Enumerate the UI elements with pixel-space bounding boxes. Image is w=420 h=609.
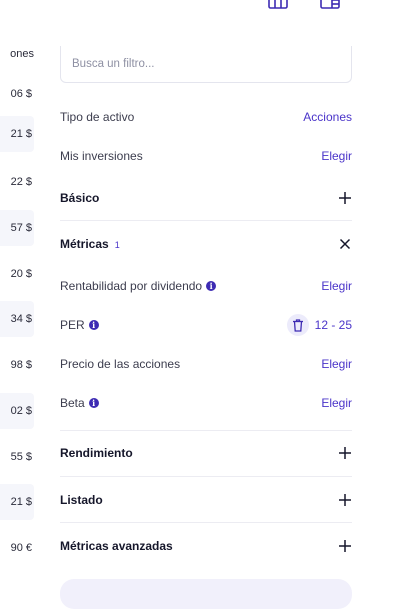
- delete-filter-button[interactable]: [286, 314, 309, 336]
- section-basic-label: Básico: [60, 191, 100, 205]
- share-price-choose[interactable]: Elegir: [321, 357, 352, 371]
- plus-icon[interactable]: [338, 539, 352, 553]
- section-advanced-metrics-label: Métricas avanzadas: [60, 539, 173, 553]
- asset-type-label: Tipo de activo: [60, 110, 135, 124]
- price-cell: 98 $: [10, 359, 32, 371]
- column-header: ones: [10, 48, 34, 60]
- filters-panel: Tipo de activo Acciones Mis inversiones …: [60, 0, 352, 587]
- section-performance-label: Rendimiento: [60, 446, 133, 460]
- price-cell: 21 $: [0, 116, 34, 152]
- price-cell: 20 $: [10, 268, 32, 280]
- plus-icon[interactable]: [338, 191, 352, 205]
- plus-icon[interactable]: [338, 446, 352, 460]
- my-investments-label: Mis inversiones: [60, 149, 143, 163]
- section-metrics-title: Métricas 1: [60, 237, 120, 251]
- section-listing-label: Listado: [60, 493, 103, 507]
- metrics-count-badge: 1: [114, 240, 120, 250]
- price-cell: 22 $: [10, 176, 32, 188]
- beta-choose[interactable]: Elegir: [321, 396, 352, 410]
- price-cell: 02 $: [0, 393, 34, 429]
- share-price-label: Precio de las acciones: [60, 357, 181, 371]
- price-cell: 55 $: [10, 451, 32, 463]
- apply-button[interactable]: [60, 579, 352, 609]
- trash-icon: [292, 318, 303, 332]
- info-icon[interactable]: i: [206, 281, 217, 291]
- my-investments-row: Mis inversiones Elegir: [60, 146, 352, 166]
- section-listing[interactable]: Listado: [60, 490, 352, 510]
- search-box[interactable]: [60, 46, 352, 83]
- divider: [60, 430, 352, 431]
- info-icon[interactable]: i: [88, 320, 99, 330]
- search-input[interactable]: [72, 58, 340, 70]
- dividend-yield-choose[interactable]: Elegir: [321, 279, 352, 293]
- divider: [60, 220, 352, 221]
- dividend-yield-label: Rentabilidad por dividendo: [60, 279, 203, 293]
- plus-icon[interactable]: [338, 493, 352, 507]
- beta-row: Beta i Elegir: [60, 393, 352, 413]
- price-cell: 57 $: [0, 210, 34, 246]
- section-basic[interactable]: Básico: [60, 188, 352, 208]
- section-advanced-metrics[interactable]: Métricas avanzadas: [60, 536, 352, 556]
- divider: [60, 522, 352, 523]
- info-icon[interactable]: i: [88, 398, 99, 408]
- share-price-row: Precio de las acciones Elegir: [60, 354, 352, 374]
- close-icon[interactable]: [338, 237, 352, 251]
- dividend-yield-row: Rentabilidad por dividendo i Elegir: [60, 276, 352, 296]
- price-cell: 34 $: [0, 301, 34, 337]
- asset-type-value[interactable]: Acciones: [303, 110, 352, 124]
- per-label: PER: [60, 318, 85, 332]
- price-cell: 90 €: [10, 542, 32, 554]
- beta-label: Beta: [60, 396, 85, 410]
- section-metrics[interactable]: Métricas 1: [60, 234, 352, 254]
- section-performance[interactable]: Rendimiento: [60, 443, 352, 463]
- asset-type-row: Tipo de activo Acciones: [60, 107, 352, 127]
- my-investments-choose[interactable]: Elegir: [321, 149, 352, 163]
- per-range-value[interactable]: 12 - 25: [315, 318, 352, 332]
- price-cell: 21 $: [0, 484, 34, 520]
- price-cell: 06 $: [10, 88, 32, 100]
- results-price-column: ones 06 $ 21 $ 22 $ 57 $ 20 $ 34 $ 98 $ …: [0, 0, 36, 587]
- section-metrics-label: Métricas: [60, 237, 109, 251]
- per-row: PER i 12 - 25: [60, 314, 352, 336]
- divider: [60, 476, 352, 477]
